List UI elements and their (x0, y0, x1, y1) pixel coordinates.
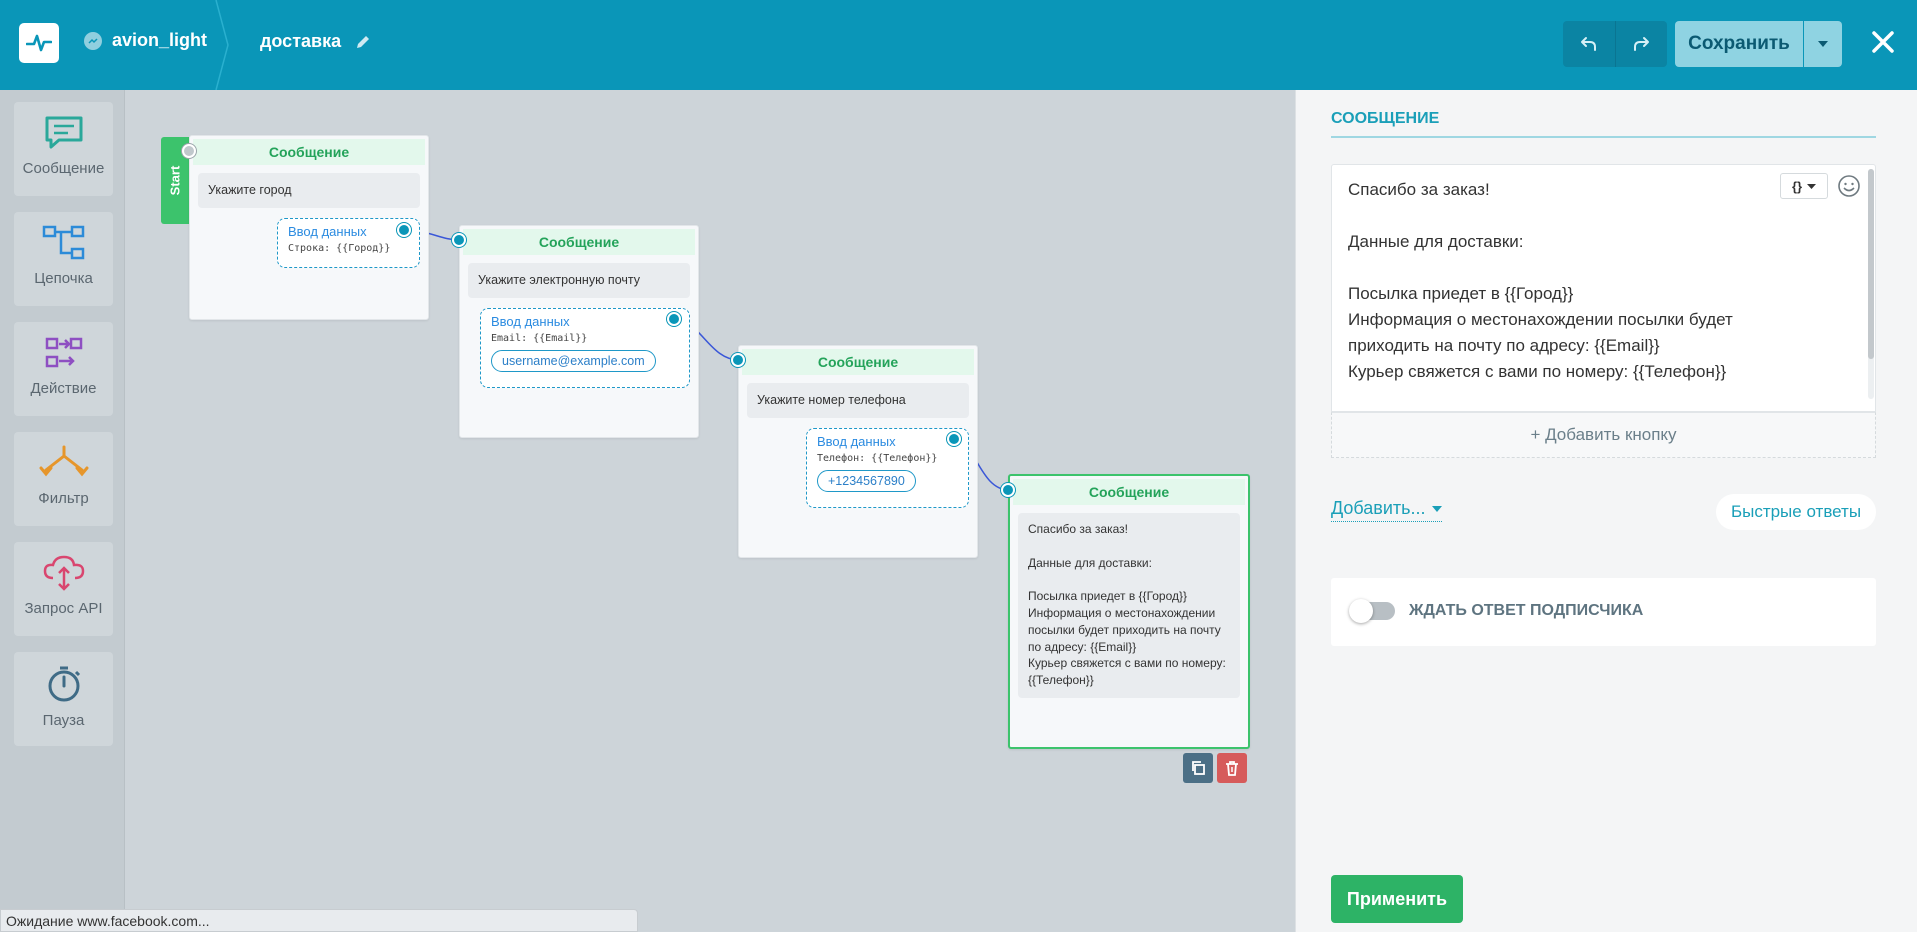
emoji-icon[interactable] (1837, 174, 1861, 198)
message-node-selected[interactable]: Сообщение Спасибо за заказ! Данные для д… (1008, 474, 1250, 749)
copy-icon (1192, 761, 1205, 775)
message-node[interactable]: Сообщение Укажите город Ввод данных Стро… (189, 135, 429, 320)
braces-icon: {} (1791, 178, 1803, 194)
panel-title: СООБЩЕНИЕ (1331, 110, 1876, 138)
input-variable: Телефон: {{Телефон}} (817, 453, 938, 464)
close-button[interactable] (1866, 22, 1900, 62)
data-input-block[interactable]: Ввод данных Телефон: {{Телефон}} +123456… (806, 428, 969, 508)
node-title: Сообщение (1013, 479, 1245, 505)
toggle-knob[interactable] (1349, 599, 1373, 623)
node-title: Сообщение (742, 349, 974, 375)
redo-icon (1634, 37, 1650, 51)
input-title: Ввод данных (288, 224, 367, 239)
undo-button[interactable] (1563, 21, 1615, 67)
properties-panel: СООБЩЕНИЕ Спасибо за заказ! Данные для д… (1295, 90, 1917, 932)
trash-icon (1226, 761, 1238, 776)
add-more-dropdown[interactable]: Добавить... (1331, 498, 1442, 522)
node-message-text: Укажите электронную почту (468, 263, 690, 298)
node-message-text: Спасибо за заказ! Данные для доставки: П… (1018, 513, 1240, 698)
close-icon (1872, 31, 1894, 53)
caret-down-icon (1431, 505, 1442, 512)
start-port[interactable] (182, 144, 196, 158)
quick-replies-button[interactable]: Быстрые ответы (1716, 494, 1876, 530)
node-message-text: Укажите город (198, 173, 420, 208)
input-title: Ввод данных (817, 434, 896, 449)
caret-down-icon (1807, 183, 1817, 189)
save-options-button[interactable] (1804, 21, 1842, 67)
scrollbar-thumb[interactable] (1868, 169, 1874, 359)
redo-button[interactable] (1614, 21, 1668, 67)
message-node[interactable]: Сообщение Укажите электронную почту Ввод… (459, 225, 699, 438)
data-input-block[interactable]: Ввод данных Email: {{Email}} username@ex… (480, 308, 690, 388)
caret-down-icon (1818, 41, 1828, 47)
output-port[interactable] (397, 223, 411, 237)
node-message-text: Укажите номер телефона (747, 383, 969, 418)
wait-reply-card: ЖДАТЬ ОТВЕТ ПОДПИСЧИКА (1331, 578, 1876, 646)
insert-variable-button[interactable]: {} (1780, 173, 1828, 199)
message-node[interactable]: Сообщение Укажите номер телефона Ввод да… (738, 345, 978, 558)
input-variable: Строка: {{Город}} (288, 243, 391, 254)
input-port[interactable] (1001, 483, 1015, 497)
message-editor[interactable]: Спасибо за заказ! Данные для доставки: П… (1331, 164, 1876, 412)
undo-icon (1580, 37, 1596, 51)
input-port[interactable] (452, 233, 466, 247)
input-example-chip: username@example.com (491, 350, 656, 372)
add-more-label: Добавить... (1331, 498, 1426, 518)
output-port[interactable] (947, 432, 961, 446)
message-textarea[interactable]: Спасибо за заказ! Данные для доставки: П… (1348, 177, 1808, 385)
copy-node-button[interactable] (1183, 753, 1213, 783)
node-title: Сообщение (463, 229, 695, 255)
input-variable: Email: {{Email}} (491, 333, 588, 344)
browser-status-bar: Ожидание www.facebook.com... (0, 909, 638, 932)
delete-node-button[interactable] (1217, 753, 1247, 783)
save-button[interactable]: Сохранить (1675, 21, 1803, 67)
node-actions (1183, 753, 1247, 783)
history-buttons (1563, 21, 1667, 67)
input-example-chip: +1234567890 (817, 470, 916, 492)
start-label: Start (167, 165, 183, 196)
input-title: Ввод данных (491, 314, 570, 329)
output-port[interactable] (667, 312, 681, 326)
apply-button[interactable]: Применить (1331, 875, 1463, 923)
add-button-button[interactable]: + Добавить кнопку (1331, 412, 1876, 458)
wait-reply-label: ЖДАТЬ ОТВЕТ ПОДПИСЧИКА (1409, 602, 1644, 619)
node-title: Сообщение (193, 139, 425, 165)
input-port[interactable] (731, 353, 745, 367)
